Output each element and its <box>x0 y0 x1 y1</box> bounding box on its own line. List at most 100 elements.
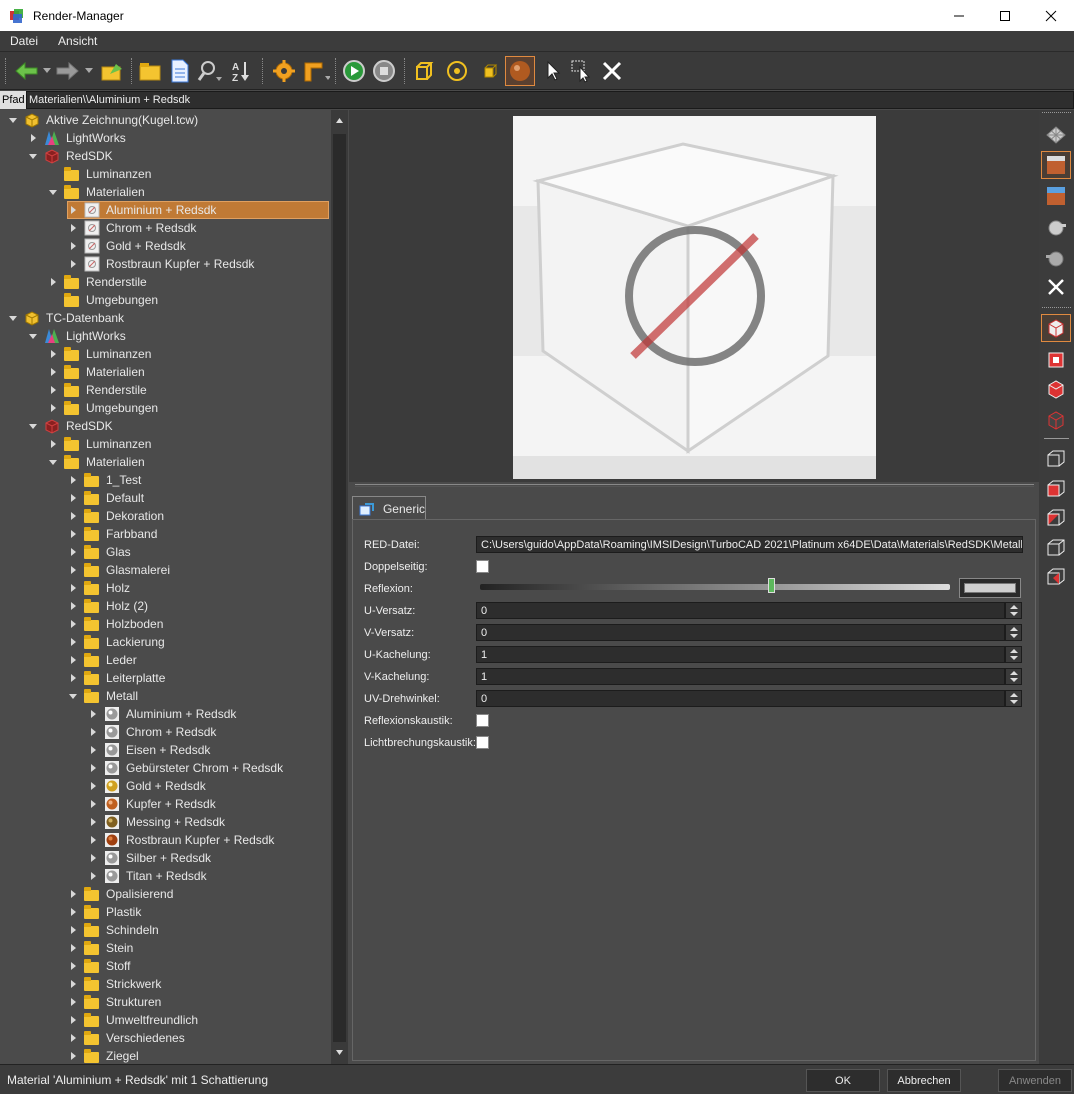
material-preview-alt-button[interactable] <box>1041 182 1071 210</box>
expand-toggle-closed-icon[interactable] <box>68 889 78 899</box>
expand-toggle-closed-icon[interactable] <box>68 475 78 485</box>
tree-item[interactable]: Glas <box>68 543 131 561</box>
expand-toggle-closed-icon[interactable] <box>68 547 78 557</box>
tree-item[interactable]: Stein <box>68 939 133 957</box>
expand-toggle-open-icon[interactable] <box>28 421 38 431</box>
tree-item[interactable]: LightWorks <box>28 129 126 147</box>
tree-item[interactable]: Verschiedenes <box>68 1029 185 1047</box>
tree-item[interactable]: Holz (2) <box>68 597 148 615</box>
small-cube-button[interactable] <box>475 57 503 85</box>
grid-view-button[interactable] <box>1041 120 1071 148</box>
tree-item[interactable]: Lackierung <box>68 633 165 651</box>
render-stop-button[interactable] <box>370 57 398 85</box>
expand-toggle-closed-icon[interactable] <box>88 763 98 773</box>
tree-item[interactable]: Metall <box>68 687 138 705</box>
tree-item[interactable]: Eisen + Redsdk <box>88 741 210 759</box>
expand-toggle-closed-icon[interactable] <box>68 583 78 593</box>
expand-toggle-closed-icon[interactable] <box>68 619 78 629</box>
tree-item[interactable]: Aktive Zeichnung(Kugel.tcw) <box>8 111 198 129</box>
tree-item[interactable]: Aluminium + Redsdk <box>88 705 236 723</box>
tree-item[interactable]: Chrom + Redsdk <box>88 723 216 741</box>
expand-toggle-open-icon[interactable] <box>48 187 58 197</box>
tree-item[interactable]: Rostbraun Kupfer + Redsdk <box>68 255 254 273</box>
apply-button[interactable]: Anwenden <box>998 1069 1072 1092</box>
expand-toggle-closed-icon[interactable] <box>68 529 78 539</box>
expand-toggle-closed-icon[interactable] <box>68 493 78 503</box>
v-tiling-field[interactable]: 1 <box>476 668 1005 685</box>
reflection-caustic-checkbox[interactable] <box>476 714 489 727</box>
disc-button[interactable] <box>443 57 471 85</box>
tree-item[interactable]: Luminanzen <box>48 435 151 453</box>
search-button[interactable] <box>196 57 224 85</box>
v-offset-spinner[interactable] <box>1005 624 1022 641</box>
expand-toggle-closed-icon[interactable] <box>88 745 98 755</box>
shape-film-button[interactable] <box>1041 346 1071 374</box>
expand-toggle-open-icon[interactable] <box>8 115 18 125</box>
document-button[interactable] <box>166 57 194 85</box>
folder-up-button[interactable] <box>98 57 126 85</box>
v-tiling-spinner[interactable] <box>1005 668 1022 685</box>
expand-toggle-open-icon[interactable] <box>8 313 18 323</box>
expand-toggle-closed-icon[interactable] <box>88 817 98 827</box>
cancel-button[interactable]: Abbrechen <box>887 1069 961 1092</box>
sort-button[interactable]: AZ <box>228 57 256 85</box>
shape-cube-red-button[interactable] <box>1041 375 1071 403</box>
reflection-slider-thumb[interactable] <box>768 578 776 593</box>
tree-item[interactable]: Umgebungen <box>48 291 158 309</box>
tree-item[interactable]: LightWorks <box>28 327 126 345</box>
cube-view-button[interactable] <box>410 57 438 85</box>
tree-item[interactable]: 1_Test <box>68 471 141 489</box>
tree-item[interactable]: RedSDK <box>28 147 113 165</box>
tree-item-selected[interactable]: Aluminium + Redsdk <box>67 201 329 219</box>
tree-item[interactable]: Renderstile <box>48 381 147 399</box>
minimize-button[interactable] <box>936 0 982 31</box>
remove-button[interactable] <box>1041 273 1071 301</box>
shape-outline-1-button[interactable] <box>1041 444 1071 472</box>
expand-toggle-closed-icon[interactable] <box>88 781 98 791</box>
v-offset-field[interactable]: 0 <box>476 624 1005 641</box>
cube-shape-button[interactable] <box>1041 314 1071 342</box>
expand-toggle-closed-icon[interactable] <box>88 835 98 845</box>
select-button[interactable] <box>538 57 566 85</box>
reflection-slider-track[interactable] <box>480 584 950 590</box>
expand-toggle-closed-icon[interactable] <box>68 979 78 989</box>
tree-item[interactable]: Luminanzen <box>48 165 151 183</box>
expand-toggle-closed-icon[interactable] <box>68 961 78 971</box>
expand-toggle-closed-icon[interactable] <box>68 997 78 1007</box>
expand-toggle-open-icon[interactable] <box>28 151 38 161</box>
scrollbar-thumb[interactable] <box>333 134 346 1042</box>
shape-outline-2-button[interactable] <box>1041 474 1071 502</box>
expand-toggle-closed-icon[interactable] <box>68 1015 78 1025</box>
expand-toggle-open-icon[interactable] <box>48 457 58 467</box>
tree-item[interactable]: Gebürsteter Chrom + Redsdk <box>88 759 283 777</box>
material-preview-button[interactable] <box>1041 151 1071 179</box>
u-tiling-spinner[interactable] <box>1005 646 1022 663</box>
tree-item[interactable]: Gold + Redsdk <box>88 777 206 795</box>
back-button[interactable] <box>12 57 40 85</box>
expand-toggle-open-icon[interactable] <box>68 691 78 701</box>
tree-item[interactable]: Messing + Redsdk <box>88 813 225 831</box>
u-offset-field[interactable]: 0 <box>476 602 1005 619</box>
tree-item[interactable]: Kupfer + Redsdk <box>88 795 216 813</box>
expand-toggle-closed-icon[interactable] <box>88 871 98 881</box>
expand-toggle-closed-icon[interactable] <box>68 637 78 647</box>
tree-item[interactable]: Farbband <box>68 525 157 543</box>
expand-toggle-closed-icon[interactable] <box>68 259 78 269</box>
tree-item[interactable]: Materialien <box>48 363 145 381</box>
tree-item[interactable]: RedSDK <box>28 417 113 435</box>
uv-rotation-field[interactable]: 0 <box>476 690 1005 707</box>
render-start-button[interactable] <box>340 57 368 85</box>
delete-button[interactable] <box>598 57 626 85</box>
shape-cube-dark-button[interactable] <box>1041 406 1071 434</box>
shape-outline-4-button[interactable] <box>1041 533 1071 561</box>
tree-item[interactable]: Stoff <box>68 957 130 975</box>
tree-item[interactable]: Glasmalerei <box>68 561 170 579</box>
tree-item[interactable]: Gold + Redsdk <box>68 237 186 255</box>
menu-datei[interactable]: Datei <box>0 34 48 48</box>
reflection-color-button[interactable] <box>959 578 1021 598</box>
tree-item[interactable]: Strukturen <box>68 993 161 1011</box>
tree-item[interactable]: Holz <box>68 579 130 597</box>
expand-toggle-closed-icon[interactable] <box>68 565 78 575</box>
shape-outline-3-button[interactable] <box>1041 503 1071 531</box>
frame-button[interactable] <box>302 57 330 85</box>
